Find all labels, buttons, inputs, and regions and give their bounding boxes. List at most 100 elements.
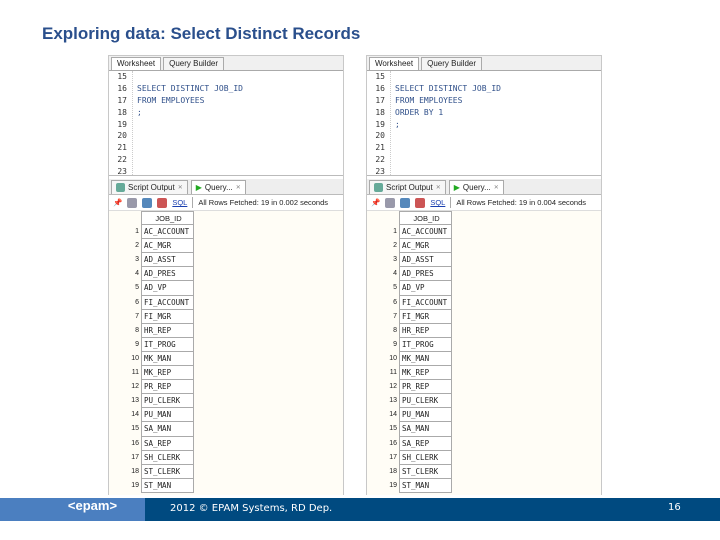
- export-icon[interactable]: [157, 197, 168, 208]
- job-id-cell[interactable]: PR_REP: [399, 380, 452, 395]
- job-id-cell[interactable]: AD_ASST: [141, 253, 194, 268]
- job-id-cell[interactable]: IT_PROG: [399, 337, 452, 352]
- table-row[interactable]: 19 ST_MAN: [367, 478, 601, 493]
- table-row[interactable]: 8 HR_REP: [109, 323, 343, 338]
- refresh-icon[interactable]: [142, 197, 153, 208]
- job-id-cell[interactable]: SA_MAN: [399, 422, 452, 437]
- job-id-cell[interactable]: FI_ACCOUNT: [399, 295, 452, 310]
- sql-link[interactable]: SQL: [172, 198, 187, 207]
- table-row[interactable]: 7 FI_MGR: [109, 309, 343, 324]
- job-id-cell[interactable]: FI_MGR: [141, 309, 194, 324]
- refresh-icon[interactable]: [400, 197, 411, 208]
- pin-icon[interactable]: 📌: [371, 198, 380, 207]
- sql-link[interactable]: SQL: [430, 198, 445, 207]
- column-header[interactable]: JOB_ID: [141, 211, 194, 226]
- pin-icon[interactable]: 📌: [113, 198, 122, 207]
- close-icon[interactable]: ✕: [436, 184, 441, 191]
- job-id-cell[interactable]: AD_ASST: [399, 253, 452, 268]
- table-row[interactable]: 16 SA_REP: [109, 436, 343, 451]
- table-row[interactable]: 12 PR_REP: [367, 380, 601, 395]
- close-icon[interactable]: ✕: [178, 184, 183, 191]
- column-header[interactable]: JOB_ID: [399, 211, 452, 226]
- table-row[interactable]: 7 FI_MGR: [367, 309, 601, 324]
- table-row[interactable]: 14 PU_MAN: [367, 408, 601, 423]
- job-id-cell[interactable]: AD_PRES: [141, 267, 194, 282]
- job-id-cell[interactable]: PR_REP: [141, 380, 194, 395]
- tab-query-result[interactable]: ▶ Query... ✕: [448, 180, 504, 194]
- job-id-cell[interactable]: MK_REP: [399, 366, 452, 381]
- tab-query-builder[interactable]: Query Builder: [163, 57, 225, 70]
- print-icon[interactable]: [127, 197, 138, 208]
- job-id-cell[interactable]: SH_CLERK: [399, 450, 452, 465]
- job-id-cell[interactable]: MK_MAN: [141, 351, 194, 367]
- job-id-cell[interactable]: AC_MGR: [141, 239, 194, 254]
- job-id-cell[interactable]: MK_REP: [141, 366, 194, 381]
- job-id-cell[interactable]: AC_ACCOUNT: [399, 225, 452, 240]
- tab-worksheet[interactable]: Worksheet: [369, 57, 420, 70]
- table-row[interactable]: 12 PR_REP: [109, 380, 343, 395]
- job-id-cell[interactable]: SH_CLERK: [141, 450, 194, 465]
- export-icon[interactable]: [415, 197, 426, 208]
- tab-worksheet[interactable]: Worksheet: [111, 57, 162, 70]
- table-row[interactable]: 9 IT_PROG: [109, 337, 343, 352]
- job-id-cell[interactable]: MK_MAN: [399, 351, 452, 367]
- table-row[interactable]: 18 ST_CLERK: [109, 464, 343, 479]
- table-row[interactable]: 10 MK_MAN: [109, 351, 343, 367]
- tab-script-output[interactable]: Script Output ✕: [111, 180, 188, 194]
- table-row[interactable]: 13 PU_CLERK: [367, 394, 601, 409]
- job-id-cell[interactable]: PU_CLERK: [141, 394, 194, 409]
- job-id-cell[interactable]: FI_MGR: [399, 309, 452, 324]
- job-id-cell[interactable]: IT_PROG: [141, 337, 194, 352]
- job-id-cell[interactable]: SA_REP: [141, 436, 194, 451]
- table-row[interactable]: 9 IT_PROG: [367, 337, 601, 352]
- table-row[interactable]: 1 AC_ACCOUNT: [109, 225, 343, 240]
- job-id-cell[interactable]: SA_MAN: [141, 422, 194, 437]
- table-row[interactable]: 15 SA_MAN: [367, 422, 601, 437]
- job-id-cell[interactable]: FI_ACCOUNT: [141, 295, 194, 310]
- job-id-cell[interactable]: ST_MAN: [399, 478, 452, 493]
- job-id-cell[interactable]: AD_VP: [399, 281, 452, 296]
- job-id-cell[interactable]: ST_CLERK: [399, 464, 452, 479]
- job-id-cell[interactable]: PU_CLERK: [399, 394, 452, 409]
- close-icon[interactable]: ✕: [494, 184, 499, 191]
- table-row[interactable]: 2 AC_MGR: [109, 239, 343, 254]
- job-id-cell[interactable]: PU_MAN: [399, 408, 452, 423]
- table-row[interactable]: 14 PU_MAN: [109, 408, 343, 423]
- table-row[interactable]: 17 SH_CLERK: [109, 450, 343, 465]
- job-id-cell[interactable]: AC_ACCOUNT: [141, 225, 194, 240]
- table-row[interactable]: 3 AD_ASST: [367, 253, 601, 268]
- table-row[interactable]: 1 AC_ACCOUNT: [367, 225, 601, 240]
- table-row[interactable]: 11 MK_REP: [367, 366, 601, 381]
- job-id-cell[interactable]: HR_REP: [399, 323, 452, 338]
- tab-script-output[interactable]: Script Output ✕: [369, 180, 446, 194]
- tab-query-builder[interactable]: Query Builder: [421, 57, 483, 70]
- table-row[interactable]: 15 SA_MAN: [109, 422, 343, 437]
- table-row[interactable]: 5 AD_VP: [367, 281, 601, 296]
- close-icon[interactable]: ✕: [236, 184, 241, 191]
- table-row[interactable]: 18 ST_CLERK: [367, 464, 601, 479]
- table-row[interactable]: 4 AD_PRES: [367, 267, 601, 282]
- job-id-cell[interactable]: AC_MGR: [399, 239, 452, 254]
- table-row[interactable]: 5 AD_VP: [109, 281, 343, 296]
- sql-editor[interactable]: 15 16 SELECT DISTINCT JOB_ID 17 FROM EMPLOYE…: [367, 71, 601, 176]
- table-row[interactable]: 11 MK_REP: [109, 366, 343, 381]
- table-row[interactable]: 2 AC_MGR: [367, 239, 601, 254]
- table-row[interactable]: 17 SH_CLERK: [367, 450, 601, 465]
- job-id-cell[interactable]: PU_MAN: [141, 408, 194, 423]
- print-icon[interactable]: [385, 197, 396, 208]
- sql-editor[interactable]: 15 16 SELECT DISTINCT JOB_ID 17 FROM EMPLOYE…: [109, 71, 343, 176]
- job-id-cell[interactable]: ST_CLERK: [141, 464, 194, 479]
- table-row[interactable]: 6 FI_ACCOUNT: [109, 295, 343, 310]
- table-row[interactable]: 16 SA_REP: [367, 436, 601, 451]
- table-row[interactable]: 10 MK_MAN: [367, 351, 601, 367]
- job-id-cell[interactable]: HR_REP: [141, 323, 194, 338]
- job-id-cell[interactable]: AD_VP: [141, 281, 194, 296]
- table-row[interactable]: 3 AD_ASST: [109, 253, 343, 268]
- job-id-cell[interactable]: SA_REP: [399, 436, 452, 451]
- table-row[interactable]: 6 FI_ACCOUNT: [367, 295, 601, 310]
- table-row[interactable]: 19 ST_MAN: [109, 478, 343, 493]
- table-row[interactable]: 13 PU_CLERK: [109, 394, 343, 409]
- job-id-cell[interactable]: ST_MAN: [141, 478, 194, 493]
- table-row[interactable]: 4 AD_PRES: [109, 267, 343, 282]
- table-row[interactable]: 8 HR_REP: [367, 323, 601, 338]
